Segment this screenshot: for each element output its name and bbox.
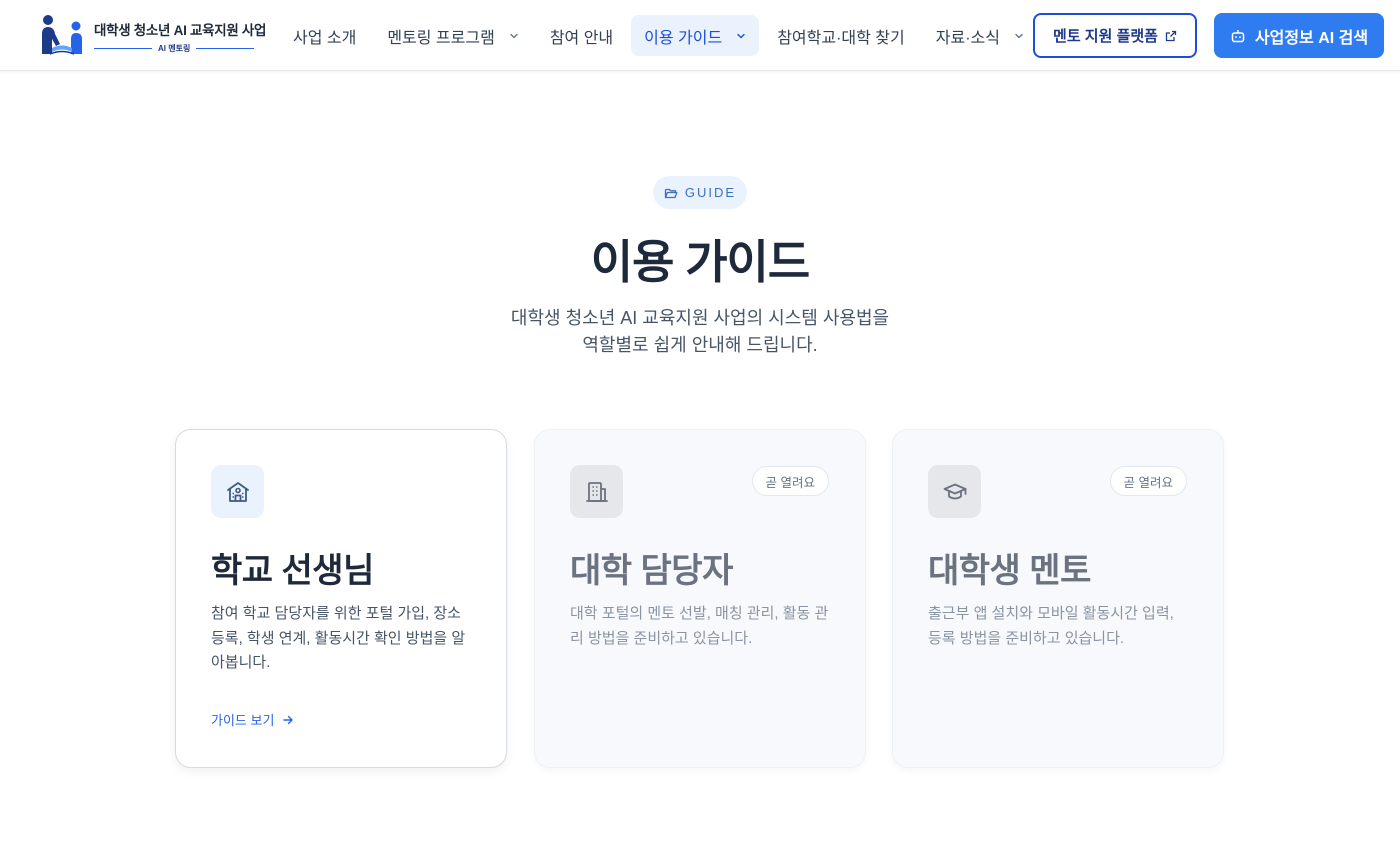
bot-icon xyxy=(1230,28,1246,44)
card-school-teacher[interactable]: 학교 선생님 참여 학교 담당자를 위한 포털 가입, 장소 등록, 학생 연계… xyxy=(175,429,507,768)
nav-item-label: 참여학교·대학 찾기 xyxy=(777,29,905,47)
chevron-down-icon xyxy=(736,31,746,41)
page-description-line-1: 대학생 청소년 AI 교육지원 사업의 시스템 사용법을 xyxy=(510,308,890,328)
page-title: 이용 가이드 xyxy=(590,236,810,288)
chevron-down-icon xyxy=(1014,31,1024,41)
ai-search-label: 사업정보 AI 검색 xyxy=(1254,29,1369,47)
ai-search-button[interactable]: 사업정보 AI 검색 xyxy=(1214,13,1384,58)
view-guide-link[interactable]: 가이드 보기 xyxy=(211,710,294,729)
card-description: 대학 포털의 멘토 선발, 매칭 관리, 활동 관리 방법을 준비하고 있습니다… xyxy=(570,605,829,647)
site-header: 대학생 청소년 AI 교육지원 사업 AI 멘토링 사업 소개 멘토링 프로그램… xyxy=(0,0,1400,71)
card-description: 참여 학교 담당자를 위한 포털 가입, 장소 등록, 학생 연계, 활동시간 … xyxy=(211,605,466,671)
mentor-platform-button[interactable]: 멘토 지원 플랫폼 xyxy=(1033,13,1197,58)
page-description: 대학생 청소년 AI 교육지원 사업의 시스템 사용법을 역할별로 쉽게 안내해… xyxy=(0,305,1400,359)
logo-subtitle: AI 멘토링 xyxy=(158,43,191,53)
card-university-staff: 곧 열려요 대학 담당자 대학 포털의 멘토 선발, 매칭 관리, 활동 관리 … xyxy=(534,429,866,768)
card-student-mentor: 곧 열려요 대학생 멘토 출근부 앱 설치와 모바일 활동시간 입력, 등록 방… xyxy=(892,429,1224,768)
mentor-platform-label: 멘토 지원 플랫폼 xyxy=(1053,28,1158,45)
guide-badge-label: GUIDE xyxy=(684,185,737,200)
logo-divider-left xyxy=(94,47,152,49)
nav-item-mentoring-program[interactable]: 멘토링 프로그램 xyxy=(374,15,532,56)
folder-open-icon xyxy=(664,186,678,200)
nav-item-label: 멘토링 프로그램 xyxy=(387,29,495,47)
logo-subtitle-row: AI 멘토링 xyxy=(94,43,266,54)
main-nav: 사업 소개 멘토링 프로그램 참여 안내 이용 가이드 참여학교·대학 찾기 자… xyxy=(280,15,1042,56)
chevron-down-icon xyxy=(509,31,519,41)
external-link-icon xyxy=(1165,30,1177,42)
school-icon xyxy=(211,465,264,518)
coming-soon-badge: 곧 열려요 xyxy=(1109,466,1187,496)
nav-item-about[interactable]: 사업 소개 xyxy=(280,15,369,56)
card-description: 출근부 앱 설치와 모바일 활동시간 입력, 등록 방법을 준비하고 있습니다. xyxy=(928,605,1174,647)
nav-item-label: 참여 안내 xyxy=(549,29,614,47)
coming-soon-badge: 곧 열려요 xyxy=(751,466,829,496)
nav-item-label: 사업 소개 xyxy=(293,29,357,47)
logo-title: 대학생 청소년 AI 교육지원 사업 xyxy=(94,22,267,38)
arrow-right-icon xyxy=(282,714,294,726)
nav-item-resources[interactable]: 자료·소식 xyxy=(923,15,1037,56)
page-description-line-2: 역할별로 쉽게 안내해 드립니다. xyxy=(582,335,818,355)
view-guide-label: 가이드 보기 xyxy=(211,713,275,728)
logo-mark-icon xyxy=(38,14,88,58)
nav-item-guide[interactable]: 이용 가이드 xyxy=(631,15,760,56)
nav-item-participation[interactable]: 참여 안내 xyxy=(537,15,626,56)
guide-badge: GUIDE xyxy=(653,176,747,209)
site-logo[interactable]: 대학생 청소년 AI 교육지원 사업 AI 멘토링 xyxy=(38,12,266,60)
nav-item-label: 이용 가이드 xyxy=(644,29,723,47)
nav-item-label: 자료·소식 xyxy=(935,29,1000,47)
card-title: 학교 선생님 xyxy=(211,552,374,590)
logo-divider-right xyxy=(196,47,255,49)
building-icon xyxy=(570,465,623,518)
nav-item-find-school[interactable]: 참여학교·대학 찾기 xyxy=(764,15,918,56)
card-title: 대학 담당자 xyxy=(570,552,733,590)
card-title: 대학생 멘토 xyxy=(928,552,1091,590)
graduation-cap-icon xyxy=(928,465,981,518)
